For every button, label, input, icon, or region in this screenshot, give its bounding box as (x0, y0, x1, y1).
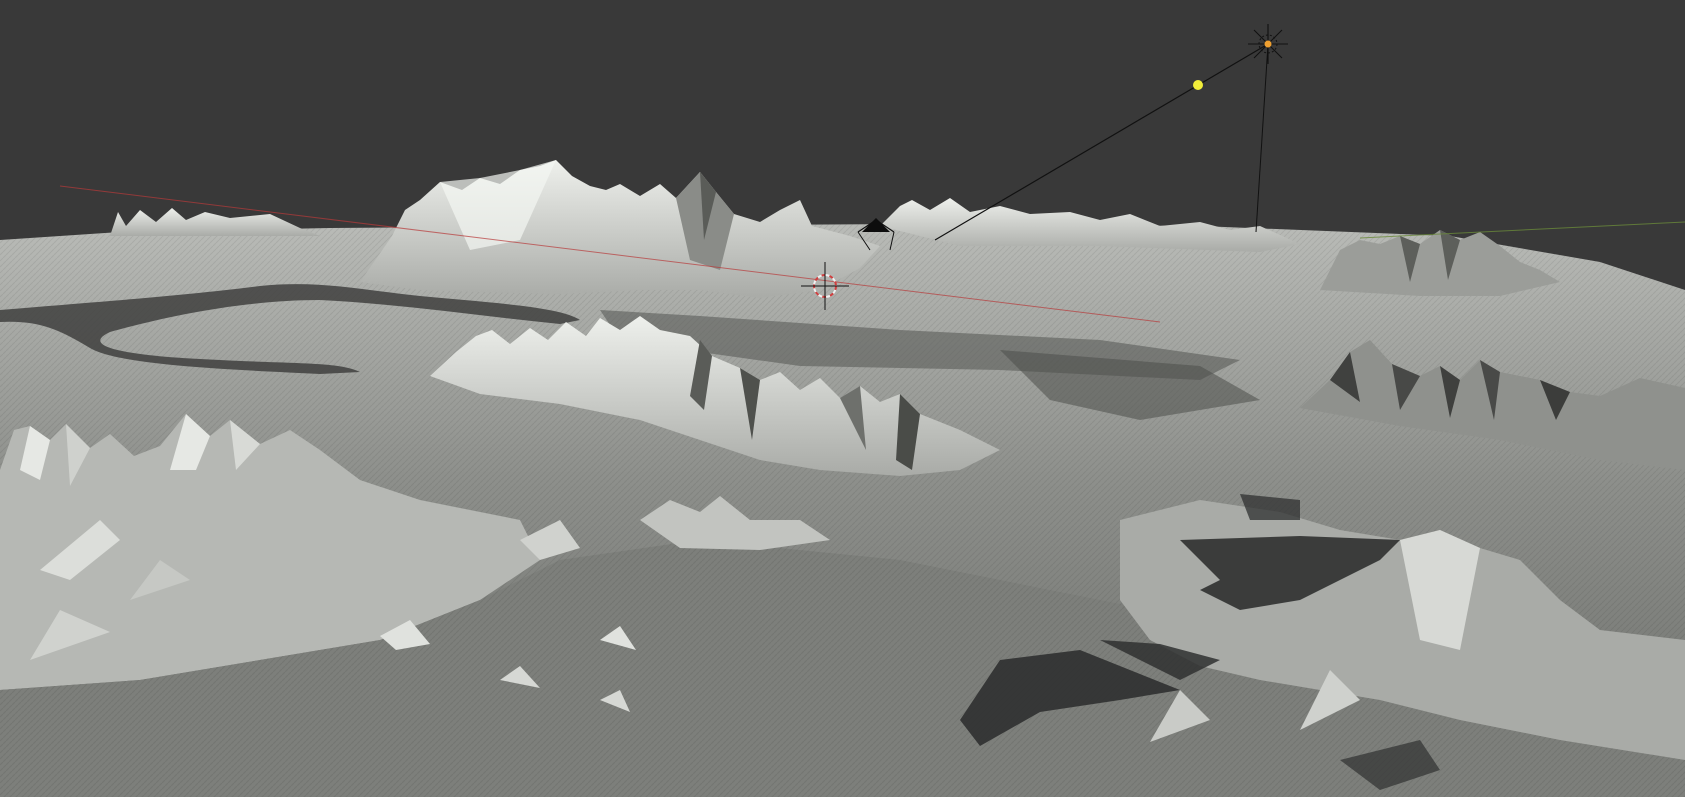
light-target-handle[interactable] (1193, 80, 1203, 90)
3d-viewport[interactable] (0, 0, 1685, 797)
viewport-canvas[interactable] (0, 0, 1685, 797)
